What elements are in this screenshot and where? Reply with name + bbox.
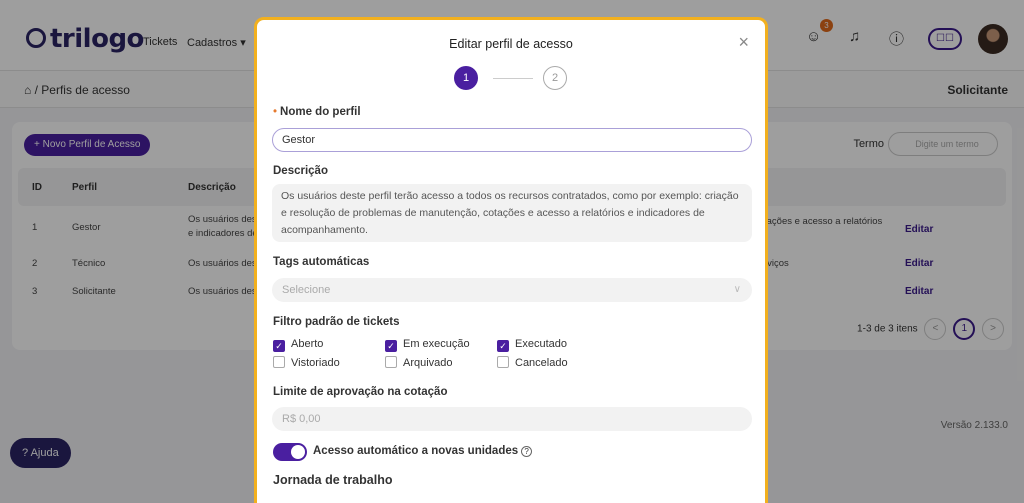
name-label: • Nome do perfil [273,106,361,118]
profile-name-input[interactable]: Gestor [272,128,752,152]
checkbox-checked-icon: ✓ [497,340,509,352]
filter-arquivado-checkbox[interactable]: Arquivado [385,356,453,369]
filter-label-text: Em execução [403,338,470,350]
step-connector [493,78,533,79]
tags-placeholder: Selecione [282,284,331,296]
filter-label: Filtro padrão de tickets [273,316,400,328]
checkbox-unchecked-icon [385,356,397,368]
question-circle-icon[interactable]: ? [521,446,533,457]
filter-label-text: Aberto [291,338,324,350]
required-icon: • [273,106,278,118]
filter-vistoriado-checkbox[interactable]: Vistoriado [273,356,340,369]
jornada-heading: Jornada de trabalho [273,473,393,487]
tags-select[interactable]: Selecione ∨ [272,278,752,302]
filter-cancelado-checkbox[interactable]: Cancelado [497,356,568,369]
checkbox-checked-icon: ✓ [385,340,397,352]
modal-title: Editar perfil de acesso [449,37,573,51]
chevron-down-icon: ∨ [733,284,741,295]
filter-em-execucao-checkbox[interactable]: ✓ Em execução [385,338,470,352]
filter-label-text: Vistoriado [291,357,340,369]
description-textarea[interactable]: Os usuários deste perfil terão acesso a … [272,184,752,242]
checkbox-unchecked-icon [273,356,285,368]
filter-executado-checkbox[interactable]: ✓ Executado [497,338,567,352]
checkbox-unchecked-icon [497,356,509,368]
filter-label-text: Cancelado [515,357,568,369]
toggle-knob [291,445,305,459]
auto-access-label-text: Acesso automático a novas unidades [313,445,519,457]
edit-profile-modal: Editar perfil de acesso × 1 2 • Nome do p… [254,17,768,503]
close-icon[interactable]: × [738,32,749,53]
auto-access-toggle[interactable] [273,443,307,461]
limit-label: Limite de aprovação na cotação [273,386,448,398]
auto-access-label: Acesso automático a novas unidades? [313,445,533,457]
step-1[interactable]: 1 [454,66,478,90]
checkbox-checked-icon: ✓ [273,340,285,352]
filter-label-text: Arquivado [403,357,453,369]
filter-label-text: Executado [515,338,567,350]
name-label-text: Nome do perfil [280,106,361,118]
tags-label: Tags automáticas [273,256,370,268]
filter-aberto-checkbox[interactable]: ✓ Aberto [273,338,323,352]
description-label: Descrição [273,165,328,177]
step-2[interactable]: 2 [543,66,567,90]
approval-limit-input[interactable]: R$ 0,00 [272,407,752,431]
